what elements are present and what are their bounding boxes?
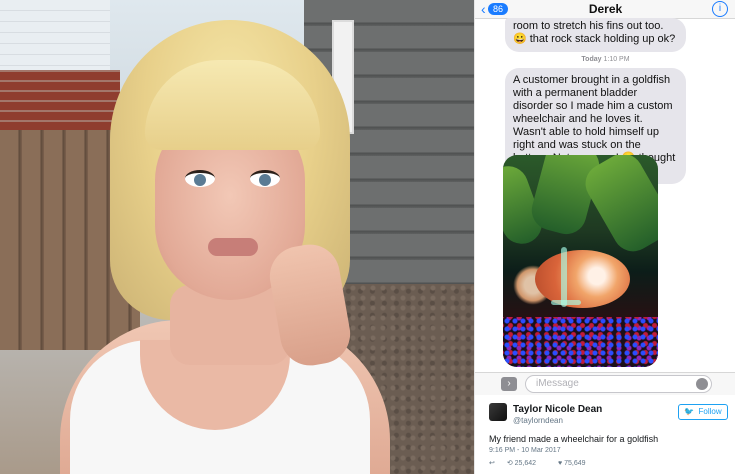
message-timestamp: Today 1:10 PM bbox=[475, 56, 735, 63]
tweet-author-handle[interactable]: @taylorndean bbox=[513, 416, 563, 425]
follow-label: Follow bbox=[698, 407, 722, 416]
imessage-placeholder: iMessage bbox=[536, 378, 579, 389]
goldfish-photo[interactable] bbox=[503, 155, 658, 367]
right-eye bbox=[250, 170, 280, 187]
heart-icon[interactable]: ♥ 75,649 bbox=[558, 460, 596, 467]
avatar[interactable] bbox=[489, 403, 507, 421]
lips bbox=[208, 238, 258, 256]
mic-icon[interactable] bbox=[696, 378, 708, 390]
goldfish bbox=[535, 250, 630, 308]
aquarium-plant bbox=[578, 155, 658, 259]
retweet-icon[interactable]: ⟲ 25,642 bbox=[507, 460, 546, 467]
left-eye bbox=[185, 170, 215, 187]
messages-header: ‹ 86 Derek i bbox=[475, 0, 735, 19]
like-count: 75,649 bbox=[564, 460, 586, 467]
follow-button[interactable]: 🐦 Follow bbox=[678, 404, 728, 420]
wheelchair-base bbox=[551, 300, 581, 305]
camera-icon[interactable]: › bbox=[501, 377, 517, 391]
wheelchair-stand bbox=[561, 247, 567, 307]
info-icon[interactable]: i bbox=[712, 1, 728, 17]
twitter-bird-icon: 🐦 bbox=[684, 407, 695, 416]
tweet-author-name[interactable]: Taylor Nicole Dean bbox=[513, 404, 602, 415]
tweet-text: My friend made a wheelchair for a goldfi… bbox=[489, 434, 659, 444]
contact-name: Derek bbox=[588, 2, 623, 16]
aquarium-gravel bbox=[503, 317, 658, 367]
timestamp-time: 1:10 PM bbox=[603, 56, 630, 63]
imessage-input[interactable]: iMessage bbox=[525, 375, 712, 393]
imessage-screenshot: ‹ 86 Derek i room to stretch his fins ou… bbox=[474, 0, 735, 474]
tweet-datetime[interactable]: 9:16 PM - 10 Mar 2017 bbox=[489, 447, 561, 454]
message-bubble: room to stretch his fins out too. 😀 that… bbox=[505, 18, 686, 52]
tweet-card: Taylor Nicole Dean @taylorndean 🐦 Follow… bbox=[475, 395, 735, 474]
selfie-photo bbox=[0, 0, 474, 474]
person bbox=[60, 0, 390, 474]
retweet-count: 25,642 bbox=[514, 460, 537, 467]
timestamp-day: Today bbox=[581, 56, 602, 63]
tweet-actions: ↩ ⟲ 25,642 ♥ 75,649 bbox=[489, 459, 606, 467]
message-composer: › iMessage bbox=[475, 372, 735, 395]
reply-icon[interactable]: ↩ bbox=[489, 460, 495, 467]
